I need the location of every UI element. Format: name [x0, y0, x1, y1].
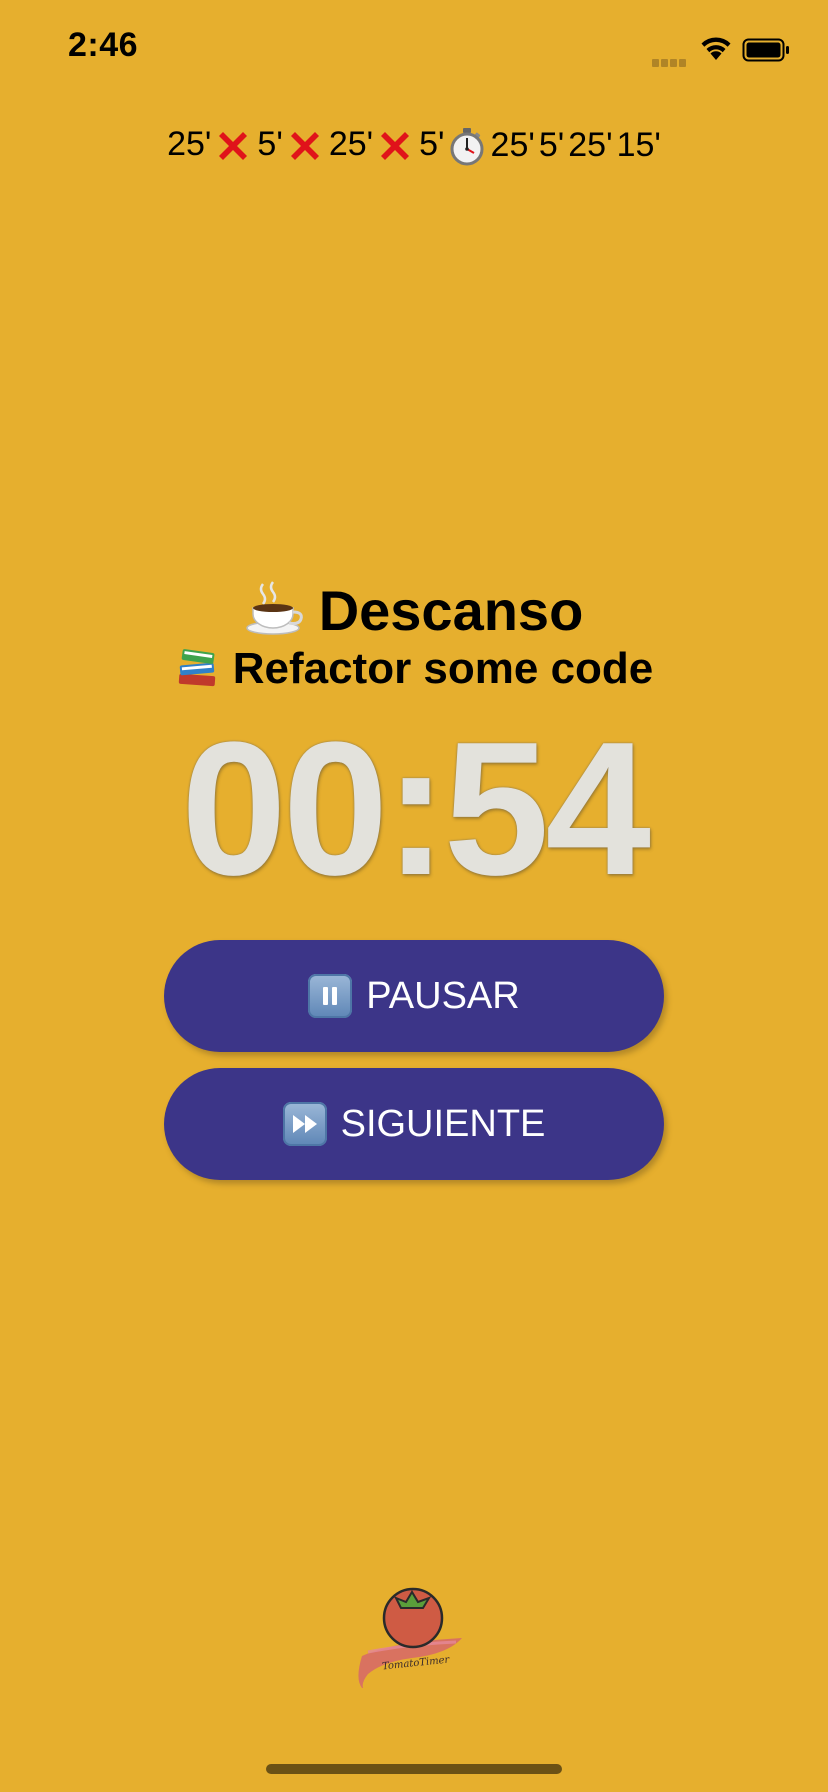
session-segment: 25' [167, 125, 253, 166]
fast-forward-icon [282, 1102, 327, 1146]
tomato-timer-logo: TomatoTimer [358, 1587, 462, 1688]
session-segment: 25' [491, 126, 535, 165]
session-title: Descanso [0, 578, 828, 643]
pause-button-label: PAUSAR [366, 974, 520, 1017]
coffee-icon [245, 581, 303, 635]
session-segment: 25' [329, 125, 415, 166]
cross-mark-icon [375, 126, 415, 166]
session-track: 25' 5' 25' 5' 25' 5' 25' 15' [0, 124, 828, 166]
next-button[interactable]: SIGUIENTE [164, 1068, 664, 1180]
session-segment-label: 5' [538, 125, 565, 164]
session-segment: 15' [617, 126, 661, 165]
battery-icon [742, 38, 789, 62]
session-segment: 5' [257, 125, 324, 166]
status-time: 2:46 [68, 26, 139, 64]
countdown-timer: 00:54 [181, 703, 651, 915]
next-button-label: SIGUIENTE [340, 1102, 546, 1145]
books-icon [178, 649, 215, 687]
session-segment-label: 25' [167, 124, 212, 163]
cross-mark-icon [285, 126, 325, 166]
pause-icon [308, 974, 353, 1018]
session-segment-label: 15' [616, 125, 661, 164]
wifi-icon [701, 37, 731, 60]
session-segment-label: 5' [257, 124, 283, 163]
session-title-text: Descanso [318, 579, 584, 642]
home-indicator[interactable] [266, 1764, 562, 1774]
pause-button[interactable]: PAUSAR [164, 940, 664, 1052]
stopwatch-icon [447, 126, 487, 166]
status-bar: 2:46 [0, 0, 828, 100]
session-segment: 25' [568, 126, 612, 165]
task-title: Refactor some code [0, 644, 828, 694]
cellular-signal-icon [652, 54, 692, 67]
session-segment-label: 25' [568, 125, 613, 164]
cross-mark-icon [213, 126, 253, 166]
task-title-text: Refactor some code [232, 644, 654, 693]
session-segment-label: 25' [328, 124, 374, 163]
session-segment-label: 25' [490, 125, 535, 164]
session-segment: 5' [419, 125, 486, 166]
session-segment: 5' [539, 126, 564, 165]
session-segment-label: 5' [419, 124, 445, 163]
